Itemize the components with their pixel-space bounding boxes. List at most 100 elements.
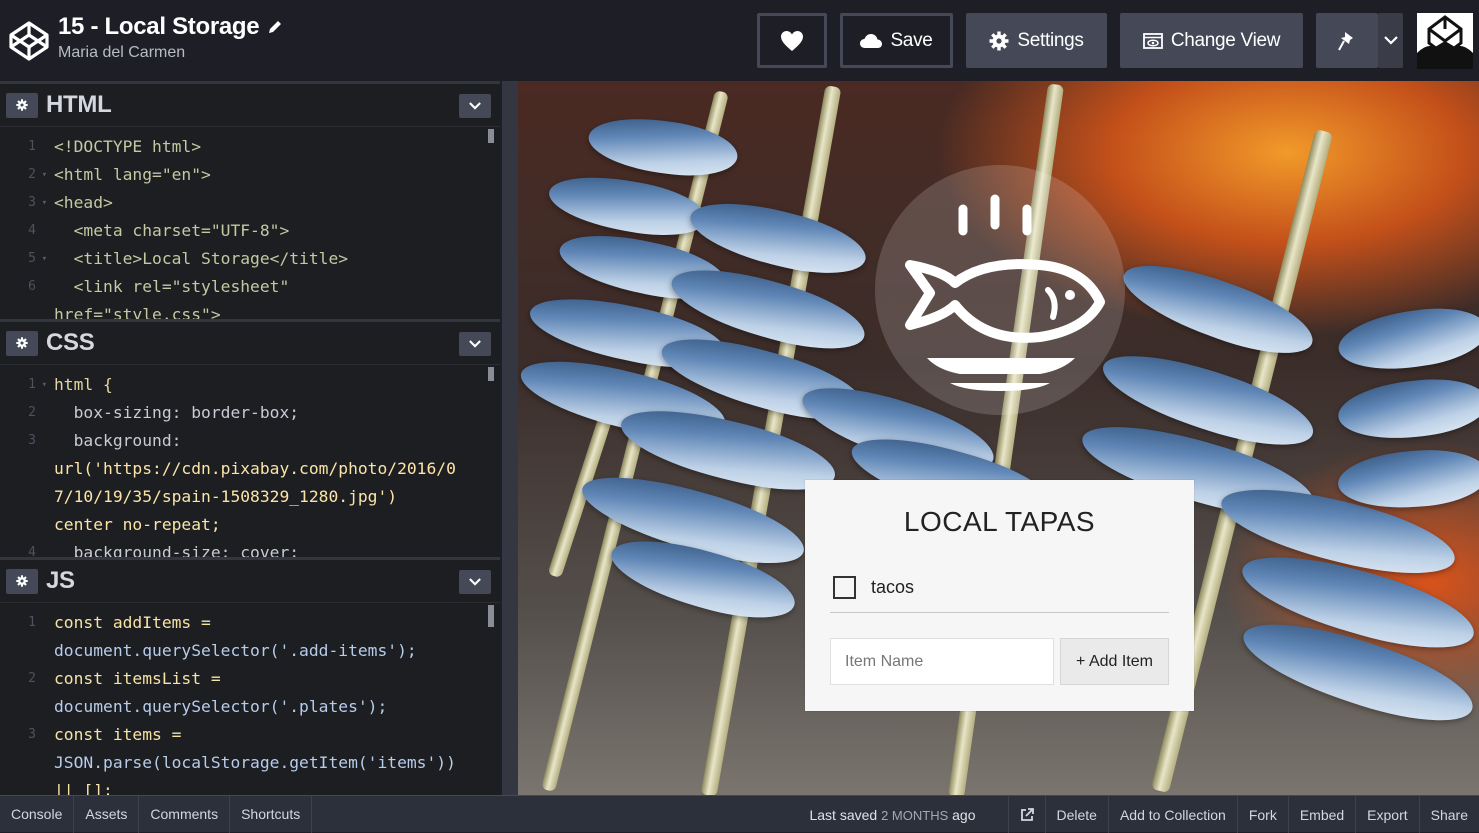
code-line: 2 box-sizing: border-box; <box>28 403 300 422</box>
header-bar: 15 - Local Storage Maria del Carmen Save… <box>0 0 1479 81</box>
export-button[interactable]: Export <box>1355 796 1418 833</box>
resize-gutter[interactable] <box>502 81 518 795</box>
codepen-logo-icon[interactable] <box>8 20 50 62</box>
fish-plate-emblem <box>875 165 1125 415</box>
embed-button[interactable]: Embed <box>1287 796 1355 833</box>
eye-window-icon <box>1142 32 1163 49</box>
code-line: 1 const addItems = <box>28 613 211 632</box>
pen-title-text[interactable]: 15 - Local Storage <box>58 13 260 41</box>
chevron-down-icon <box>469 340 481 348</box>
shortcuts-button[interactable]: Shortcuts <box>230 795 313 833</box>
js-scrollbar[interactable] <box>488 605 494 627</box>
fish-plate-icon <box>905 194 1105 391</box>
gear-icon <box>16 337 28 349</box>
gear-icon <box>16 575 28 587</box>
html-settings-button[interactable] <box>6 92 38 118</box>
code-line: || []; <box>54 781 113 795</box>
code-line: 4 <meta charset="UTF-8"> <box>28 221 290 240</box>
add-to-collection-button[interactable]: Add to Collection <box>1107 796 1237 833</box>
js-collapse-button[interactable] <box>459 570 491 594</box>
pen-title[interactable]: 15 - Local Storage <box>58 13 283 41</box>
html-editor-header: HTML <box>0 81 500 127</box>
pin-icon <box>1338 31 1353 50</box>
code-line: 1 <!DOCTYPE html> <box>28 137 202 156</box>
list-item[interactable]: tacos <box>830 567 1169 613</box>
code-line: 2 ▾ <html lang="en"> <box>28 165 211 184</box>
css-code-area[interactable]: 1 ▾ html { 2 box-sizing: border-box; 3 bac… <box>0 365 500 557</box>
save-button[interactable]: Save <box>840 13 953 68</box>
avatar[interactable] <box>1417 13 1473 69</box>
change-view-button[interactable]: Change View <box>1120 13 1303 68</box>
code-line: 1 ▾ html { <box>28 375 113 394</box>
css-scrollbar[interactable] <box>488 367 494 381</box>
add-item-button[interactable]: + Add Item <box>1060 638 1169 685</box>
avatar-image <box>1417 13 1473 69</box>
html-editor-title: HTML <box>46 91 112 118</box>
code-line: 6 <link rel="stylesheet" <box>28 277 290 296</box>
delete-button[interactable]: Delete <box>1044 796 1108 833</box>
code-line: document.querySelector('.plates'); <box>54 697 388 716</box>
css-code: 1 ▾ html { 2 box-sizing: border-box; 3 bac… <box>0 371 456 557</box>
js-editor-title: JS <box>46 567 75 594</box>
result-preview: LOCAL TAPAS tacos + Add Item <box>518 81 1479 795</box>
chevron-down-icon <box>469 578 481 586</box>
external-link-icon <box>1020 807 1034 821</box>
code-line: JSON.parse(localStorage.getItem('items')… <box>54 753 456 772</box>
code-line: 2 const itemsList = <box>28 669 221 688</box>
footer-actions: Last saved 2 MONTHS ago Delete Add to Co… <box>809 796 1479 833</box>
js-settings-button[interactable] <box>6 568 38 594</box>
cloud-icon <box>860 33 883 48</box>
item-checkbox[interactable] <box>833 576 856 599</box>
code-line: center no-repeat; <box>54 515 221 534</box>
html-code-area[interactable]: 1 <!DOCTYPE html> 2 ▾ <html lang="en"> 3 ▾ <h… <box>0 127 500 319</box>
console-button[interactable]: Console <box>0 795 75 833</box>
html-code: 1 <!DOCTYPE html> 2 ▾ <html lang="en"> 3 ▾ <h… <box>0 133 348 319</box>
html-collapse-button[interactable] <box>459 94 491 118</box>
code-line: 5 ▾ <title>Local Storage</title> <box>28 249 349 268</box>
item-label[interactable]: tacos <box>871 577 914 598</box>
pin-dropdown-button[interactable] <box>1378 13 1403 68</box>
html-editor: HTML 1 <!DOCTYPE html> 2 ▾ <html lang="en">… <box>0 81 500 319</box>
save-label: Save <box>890 29 933 51</box>
code-line: 3 ▾ <head> <box>28 193 113 212</box>
js-code-area[interactable]: 1 const addItems = document.querySelector… <box>0 603 500 795</box>
code-line: url('https://cdn.pixabay.com/photo/2016/… <box>54 459 456 478</box>
tapas-card: LOCAL TAPAS tacos + Add Item <box>805 480 1194 711</box>
css-settings-button[interactable] <box>6 330 38 356</box>
comments-button[interactable]: Comments <box>139 795 231 833</box>
css-editor-title: CSS <box>46 329 95 356</box>
code-line: 4 background-size: cover; <box>28 543 300 557</box>
code-line: 3 background: <box>28 431 182 450</box>
pen-author[interactable]: Maria del Carmen <box>58 44 283 62</box>
last-saved-status: Last saved 2 MONTHS ago <box>809 806 976 823</box>
fork-button[interactable]: Fork <box>1236 796 1288 833</box>
css-editor: CSS 1 ▾ html { 2 box-sizing: border-box; 3… <box>0 319 500 557</box>
code-line: href="style.css"> <box>54 305 221 319</box>
heart-icon <box>781 30 803 51</box>
js-editor: JS 1 const addItems = document.querySelec… <box>0 557 500 795</box>
settings-button[interactable]: Settings <box>966 13 1107 68</box>
love-button[interactable] <box>757 13 827 68</box>
code-line: 7/10/19/35/spain-1508329_1280.jpg') <box>54 487 398 506</box>
change-view-label: Change View <box>1170 29 1281 51</box>
js-code: 1 const addItems = document.querySelector… <box>0 609 456 795</box>
footer-bar: Console Assets Comments Shortcuts Last s… <box>0 795 1479 833</box>
html-scrollbar[interactable] <box>488 129 494 143</box>
chevron-down-icon <box>469 102 481 110</box>
tapas-heading: LOCAL TAPAS <box>903 506 1096 537</box>
code-line: document.querySelector('.add-items'); <box>54 641 417 660</box>
item-name-input[interactable] <box>830 638 1054 685</box>
share-button[interactable]: Share <box>1418 796 1479 833</box>
js-editor-header: JS <box>0 557 500 603</box>
gear-icon <box>16 99 28 111</box>
assets-button[interactable]: Assets <box>74 795 140 833</box>
editors-panel: HTML 1 <!DOCTYPE html> 2 ▾ <html lang="en">… <box>0 81 502 795</box>
pin-button[interactable] <box>1316 13 1378 68</box>
pen-title-block: 15 - Local Storage Maria del Carmen <box>58 13 283 62</box>
css-editor-header: CSS <box>0 319 500 365</box>
pencil-icon[interactable] <box>267 19 283 35</box>
gear-icon <box>989 31 1009 50</box>
chevron-down-icon <box>1383 36 1398 45</box>
open-external-button[interactable] <box>1007 796 1045 833</box>
css-collapse-button[interactable] <box>459 332 491 356</box>
